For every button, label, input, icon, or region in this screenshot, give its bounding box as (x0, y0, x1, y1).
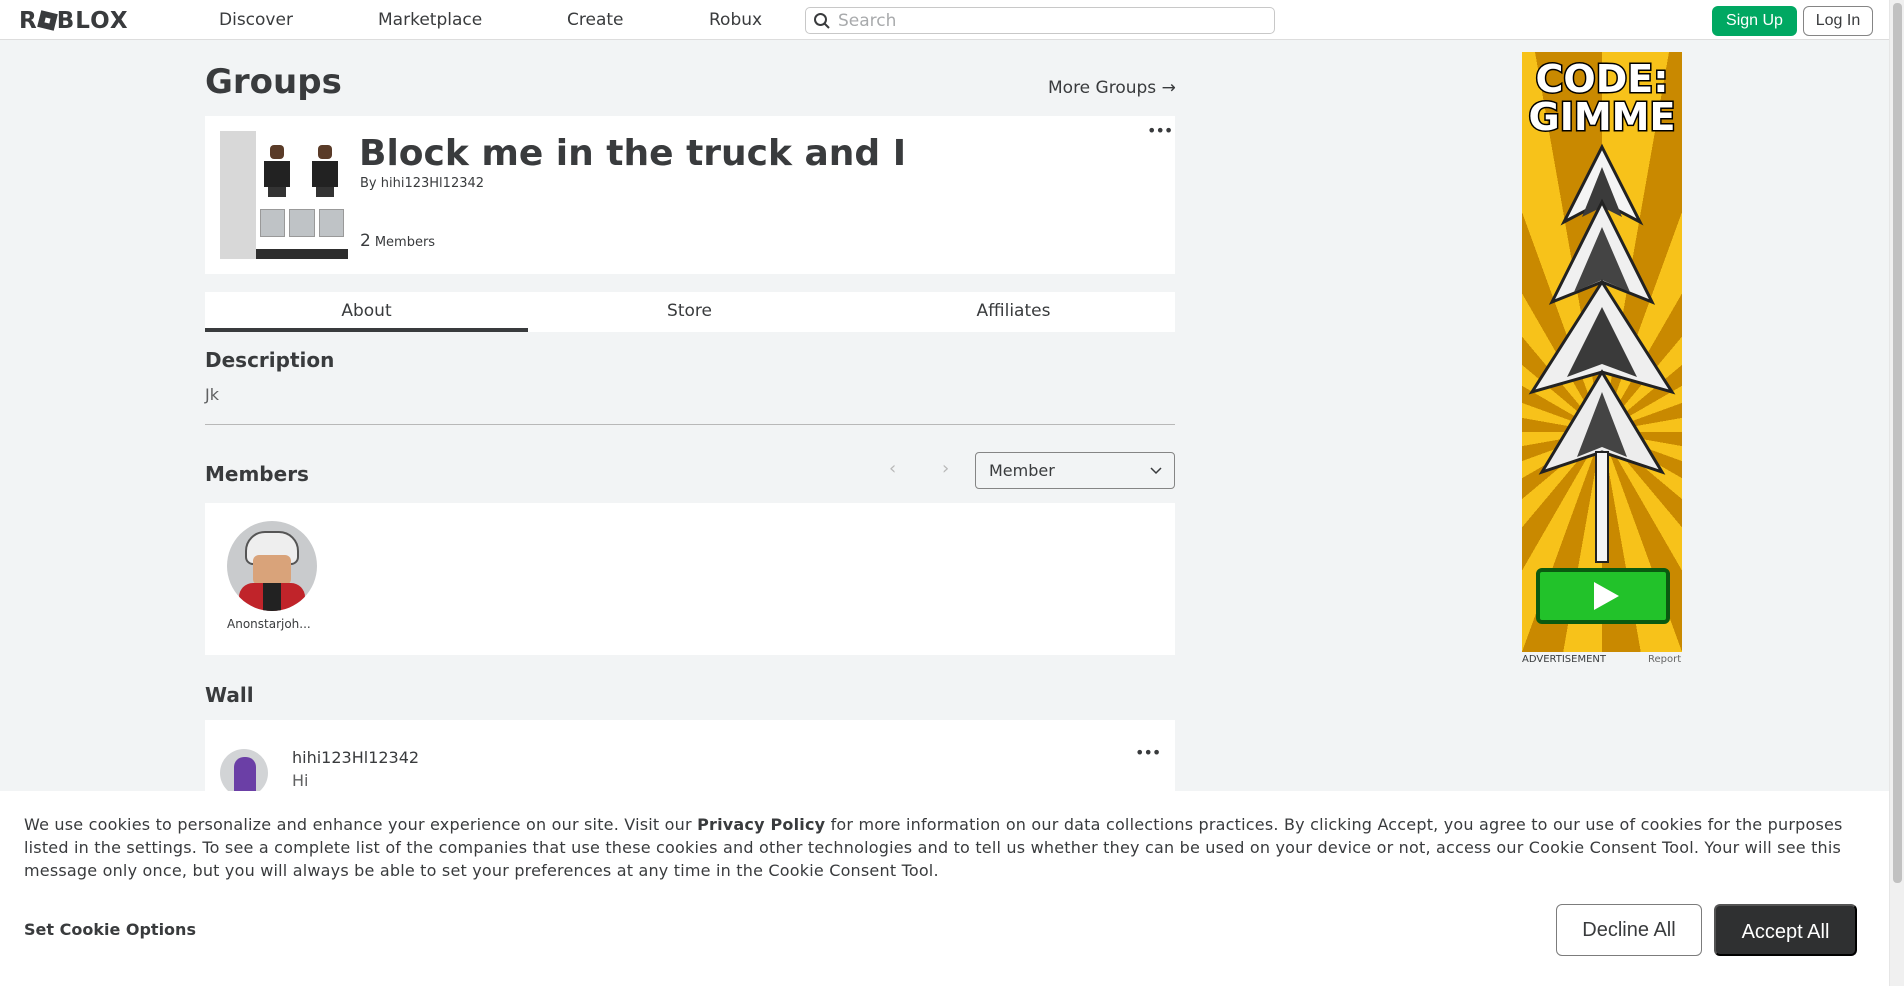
group-owner: By hihi123Hl12342 (360, 176, 484, 191)
wall-post-message: Hi (292, 771, 309, 790)
avatar[interactable] (227, 521, 317, 611)
accept-all-button[interactable]: Accept All (1714, 904, 1857, 956)
ad-headline: CODE: GIMME (1522, 57, 1682, 139)
role-selected: Member (989, 461, 1055, 480)
wall-post-user[interactable]: hihi123Hl12342 (292, 748, 419, 767)
members-list: Anonstarjoh... (205, 503, 1175, 655)
nav-discover[interactable]: Discover (219, 10, 293, 30)
advertisement-banner[interactable]: CODE: GIMME (1522, 52, 1682, 652)
search-icon (814, 13, 830, 29)
page-title: Groups (205, 62, 342, 102)
ad-play-button[interactable] (1536, 568, 1670, 624)
decline-all-button[interactable]: Decline All (1556, 904, 1702, 956)
tab-affiliates[interactable]: Affiliates (852, 292, 1175, 332)
member-count-value: 2 (360, 231, 371, 251)
more-groups-link[interactable]: More Groups → (1048, 78, 1176, 98)
wall-heading: Wall (205, 683, 254, 707)
sign-up-button[interactable]: Sign Up (1712, 6, 1797, 36)
group-emblem (220, 131, 348, 259)
member-name[interactable]: Anonstarjoh... (227, 617, 323, 631)
divider (205, 424, 1175, 425)
description-heading: Description (205, 348, 335, 372)
member-count-label: Members (374, 235, 436, 250)
members-heading: Members (205, 462, 309, 486)
privacy-policy-link[interactable]: Privacy Policy (697, 815, 825, 834)
search-box (805, 7, 1275, 34)
nav-marketplace[interactable]: Marketplace (378, 10, 482, 30)
nav-robux[interactable]: Robux (709, 10, 762, 30)
group-member-count: 2 Members (360, 231, 435, 251)
owner-link[interactable]: hihi123Hl12342 (381, 176, 484, 191)
scrollbar-thumb[interactable] (1893, 3, 1902, 883)
owner-prefix: By (360, 176, 377, 191)
more-options-icon[interactable]: ••• (1147, 123, 1173, 139)
play-icon (1594, 582, 1619, 610)
chevron-left-icon[interactable]: ‹ (889, 458, 896, 479)
roblox-logo[interactable]: R BLOX (19, 8, 129, 34)
cookie-banner: We use cookies to personalize and enhanc… (0, 791, 1889, 986)
set-cookie-options-link[interactable]: Set Cookie Options (24, 920, 196, 939)
log-in-button[interactable]: Log In (1803, 6, 1873, 36)
search-input[interactable] (838, 10, 1258, 31)
cookie-text-1: We use cookies to personalize and enhanc… (24, 815, 698, 834)
tab-store[interactable]: Store (528, 292, 851, 332)
nav-create[interactable]: Create (567, 10, 624, 30)
top-nav: R BLOX Discover Marketplace Create Robux … (0, 0, 1889, 40)
avatar[interactable] (220, 749, 268, 797)
ad-headline-line-2: GIMME (1527, 95, 1677, 139)
group-name: Block me in the truck and I (359, 133, 907, 174)
more-options-icon[interactable]: ••• (1135, 745, 1161, 761)
page-scrollbar[interactable] (1889, 0, 1904, 986)
cookie-message: We use cookies to personalize and enhanc… (24, 813, 1854, 882)
group-tabs: About Store Affiliates (205, 292, 1175, 332)
ad-headline-line-1: CODE: (1534, 57, 1670, 101)
role-dropdown[interactable]: Member (975, 452, 1175, 489)
tab-about[interactable]: About (205, 292, 528, 332)
ad-label: ADVERTISEMENT (1522, 654, 1607, 665)
chevron-down-icon (1150, 467, 1162, 475)
group-header-card: Block me in the truck and I By hihi123Hl… (205, 116, 1175, 274)
sword-illustration (1528, 143, 1676, 563)
ad-report-link[interactable]: Report (1648, 654, 1681, 665)
chevron-right-icon[interactable]: › (942, 458, 949, 479)
group-description: Jk (205, 385, 219, 404)
